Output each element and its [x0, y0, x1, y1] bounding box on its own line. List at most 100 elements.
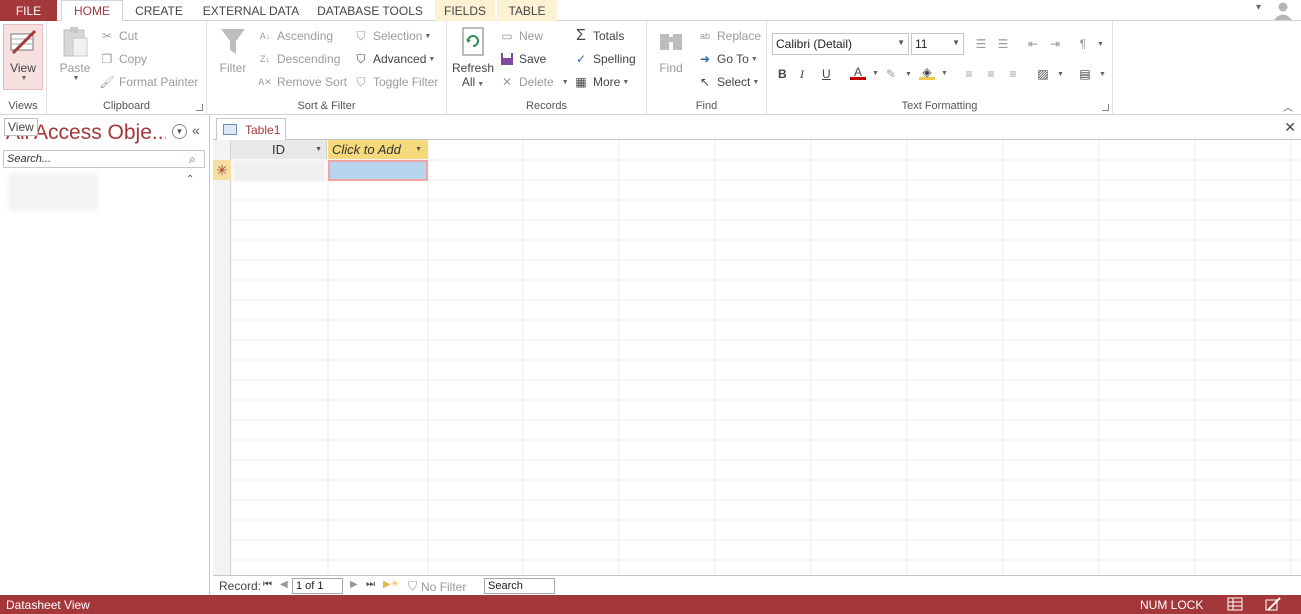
advanced-button[interactable]: ⛉ Advanced ▼: [353, 51, 435, 67]
ascending-label: Ascending: [277, 29, 334, 43]
refresh-all-button[interactable]: Refresh All ▼: [451, 25, 495, 89]
font-size-combo[interactable]: 11 ▼: [911, 33, 964, 55]
find-button[interactable]: Find: [655, 25, 687, 75]
tab-table[interactable]: TABLE: [497, 0, 557, 21]
active-cell[interactable]: [328, 160, 428, 181]
refresh-label: Refresh: [451, 61, 495, 75]
align-center-button[interactable]: ≡: [983, 66, 1003, 82]
ascending-button[interactable]: A↓ Ascending: [257, 28, 333, 44]
new-record-icon: ▭: [501, 29, 513, 43]
first-record-icon[interactable]: ⏮: [263, 579, 272, 590]
align-right-button[interactable]: ≡: [1005, 66, 1025, 82]
format-painter-button[interactable]: 🖌 Format Painter: [99, 74, 198, 90]
group-label-records: Records: [526, 100, 567, 112]
toggle-filter-button[interactable]: ⛉ Toggle Filter: [353, 74, 438, 90]
gridlines-button[interactable]: ▨ ▼: [1035, 66, 1064, 82]
selection-button[interactable]: ⛉ Selection ▼: [353, 28, 431, 44]
collapse-group-icon[interactable]: ⌃: [186, 174, 194, 185]
tab-external-data[interactable]: EXTERNAL DATA: [199, 0, 303, 21]
datasheet: ID ▼ Click to Add ▼ ✳: [213, 140, 1301, 575]
chevron-down-icon: ▼: [1099, 70, 1106, 78]
view-icon: [7, 25, 39, 59]
copy-button[interactable]: ❐ Copy: [99, 51, 147, 67]
tab-fields[interactable]: FIELDS: [435, 0, 495, 21]
chevron-down-icon: ▼: [428, 55, 436, 63]
bold-button[interactable]: B: [778, 67, 787, 81]
view-label: View: [10, 61, 36, 75]
tab-create[interactable]: CREATE: [131, 0, 187, 21]
nav-object-list: [8, 173, 98, 211]
clipboard-icon: [59, 25, 91, 59]
underline-button[interactable]: U: [822, 67, 831, 81]
previous-record-icon[interactable]: ◀: [280, 579, 288, 590]
group-label-clipboard: Clipboard: [102, 100, 151, 112]
column-header-click-to-add[interactable]: Click to Add ▼: [328, 140, 428, 159]
highlight-button[interactable]: ✎ ▼: [883, 66, 912, 82]
font-name-combo[interactable]: Calibri (Detail) ▼: [772, 33, 909, 55]
find-label: Find: [659, 61, 683, 75]
chevron-down-icon[interactable]: ▼: [415, 146, 422, 153]
no-filter-button[interactable]: ⛉ No Filter: [408, 579, 466, 594]
next-record-icon[interactable]: ▶: [350, 579, 358, 590]
decrease-indent-button[interactable]: ⇤: [1025, 36, 1045, 52]
chevron-down-icon: ▼: [622, 78, 630, 86]
column-header-id[interactable]: ID ▼: [231, 140, 327, 159]
new-record-nav-icon[interactable]: ▶✳: [383, 579, 399, 590]
new-record-button[interactable]: ▭ New: [499, 28, 543, 44]
view-button[interactable]: View ▼: [3, 24, 43, 90]
remove-sort-button[interactable]: A✕ Remove Sort: [257, 74, 347, 90]
descending-button[interactable]: Z↓ Descending: [257, 51, 340, 67]
clipboard-launcher-icon[interactable]: [196, 104, 203, 111]
font-color-button[interactable]: A ▼: [850, 65, 879, 80]
goto-button[interactable]: ➜ Go To ▼: [697, 51, 758, 67]
last-record-icon[interactable]: ⏭: [366, 579, 375, 590]
tab-file[interactable]: FILE: [0, 0, 57, 21]
datasheet-view-icon[interactable]: [1227, 597, 1243, 611]
totals-button[interactable]: Σ Totals: [573, 27, 624, 44]
group-records: Refresh All ▼ ▭ New Save ✕ Delete ▼ Σ Tot…: [447, 21, 647, 115]
search-icon[interactable]: ⌕: [189, 152, 196, 167]
tab-database-tools[interactable]: DATABASE TOOLS: [314, 0, 426, 21]
ribbon-options-icon[interactable]: ▾: [1256, 2, 1261, 13]
new-record-asterisk-icon[interactable]: ✳: [213, 160, 231, 180]
design-view-icon[interactable]: [1265, 597, 1281, 611]
record-position-input[interactable]: 1 of 1: [292, 578, 343, 594]
alternate-row-color-button[interactable]: ▤ ▼: [1077, 66, 1106, 82]
save-record-button[interactable]: Save: [499, 51, 546, 67]
refresh-all-label: All ▼: [462, 75, 484, 89]
paragraph-direction-button[interactable]: ¶ ▼: [1075, 36, 1104, 52]
user-avatar-icon[interactable]: [1273, 0, 1293, 20]
numbering-button[interactable]: ☰: [995, 36, 1015, 52]
filter-button[interactable]: Filter: [215, 25, 251, 75]
nav-search-input[interactable]: Search...: [3, 150, 205, 168]
ribbon-tab-bar: FILE HOME CREATE EXTERNAL DATA DATABASE …: [0, 0, 1301, 22]
group-sort-filter: Filter A↓ Ascending Z↓ Descending A✕ Rem…: [207, 21, 447, 115]
more-button[interactable]: ▦ More ▼: [573, 74, 629, 90]
cut-button[interactable]: ✂ Cut: [99, 28, 138, 44]
id-cell[interactable]: [233, 161, 325, 181]
close-icon[interactable]: ✕: [1284, 119, 1296, 136]
spelling-button[interactable]: ✓ Spelling: [573, 51, 636, 67]
tab-table1[interactable]: Table1: [216, 118, 286, 140]
replace-button[interactable]: ab Replace: [697, 28, 761, 44]
italic-button[interactable]: I: [800, 67, 804, 82]
shutter-bar-close-icon[interactable]: «: [192, 122, 200, 138]
nav-menu-dropdown-icon[interactable]: ▼: [172, 124, 187, 139]
increase-indent-icon: ⇥: [1049, 37, 1061, 51]
record-search-input[interactable]: Search: [484, 578, 555, 594]
collapse-ribbon-icon[interactable]: ︿: [1283, 99, 1293, 114]
group-label-views: Views: [8, 100, 38, 112]
delete-record-button[interactable]: ✕ Delete ▼: [499, 74, 569, 90]
align-left-button[interactable]: ≡: [961, 66, 981, 82]
tab-home[interactable]: HOME: [61, 0, 123, 22]
paste-button[interactable]: Paste ▼: [55, 25, 95, 82]
select-button[interactable]: ↖ Select ▼: [697, 74, 759, 90]
text-formatting-launcher-icon[interactable]: [1102, 104, 1109, 111]
record-selector-column[interactable]: [213, 140, 231, 575]
refresh-all-text: All: [461, 75, 476, 89]
bullets-button[interactable]: ☰: [973, 36, 993, 52]
increase-indent-button[interactable]: ⇥: [1047, 36, 1067, 52]
fill-color-button[interactable]: ◈ ▼: [919, 65, 948, 80]
chevron-down-icon[interactable]: ▼: [315, 146, 322, 153]
chevron-down-icon: ▼: [872, 69, 879, 77]
